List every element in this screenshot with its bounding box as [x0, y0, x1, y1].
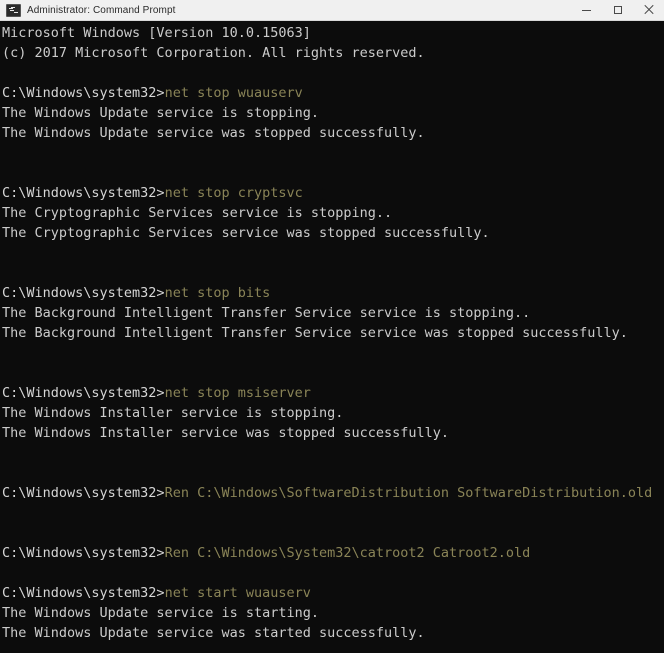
console-command-text: net start wuauserv — [164, 585, 311, 601]
console-command-text: net stop wuauserv — [164, 85, 303, 101]
console-prompt: C:\Windows\system32> — [2, 85, 165, 101]
console-output-line: The Background Intelligent Transfer Serv… — [2, 303, 664, 323]
console-output-text: The Windows Update service is starting. — [2, 605, 319, 621]
console-command-text: net stop bits — [164, 285, 271, 301]
console-prompt: C:\Windows\system32> — [2, 545, 165, 561]
console-output-line: The Windows Installer service was stoppe… — [2, 423, 664, 443]
console-command-line: C:\Windows\system32>net stop wuauserv — [2, 83, 664, 103]
console-output-line: The Windows Update service was stopped s… — [2, 123, 664, 143]
console-output-line: The Background Intelligent Transfer Serv… — [2, 323, 664, 343]
console-command-line: C:\Windows\system32>Ren C:\Windows\Syste… — [2, 543, 664, 563]
console-command-line: C:\Windows\system32>net stop msiserver — [2, 383, 664, 403]
console-command-text: Ren C:\Windows\SoftwareDistribution Soft… — [164, 485, 653, 501]
console-command-line: C:\Windows\system32>net start wuauserv — [2, 583, 664, 603]
close-button[interactable] — [633, 0, 664, 20]
console-command-line: C:\Windows\system32>Ren C:\Windows\Softw… — [2, 483, 664, 503]
console-output-text: The Background Intelligent Transfer Serv… — [2, 325, 628, 341]
console-output-line: Microsoft Windows [Version 10.0.15063] — [2, 23, 664, 43]
console-prompt: C:\Windows\system32> — [2, 585, 165, 601]
console-prompt: C:\Windows\system32> — [2, 385, 165, 401]
console-output-area[interactable]: Microsoft Windows [Version 10.0.15063] (c… — [0, 21, 664, 653]
maximize-icon — [613, 6, 622, 14]
console-command-line: C:\Windows\system32>net stop cryptsvc — [2, 183, 664, 203]
console-output-line: The Windows Update service is stopping. — [2, 103, 664, 123]
console-output-text: The Windows Installer service was stoppe… — [2, 425, 450, 441]
title-bar[interactable]: Administrator: Command Prompt — [0, 0, 664, 21]
console-output-text: The Cryptographic Services service was s… — [2, 225, 490, 241]
console-output-text: The Background Intelligent Transfer Serv… — [2, 305, 531, 321]
console-command-line: C:\Windows\system32>net stop bits — [2, 283, 664, 303]
window-controls — [571, 0, 664, 20]
window-title: Administrator: Command Prompt — [27, 4, 176, 16]
console-command-text: Ren C:\Windows\System32\catroot2 Catroot… — [164, 545, 531, 561]
close-icon — [644, 5, 654, 15]
console-output-line: (c) 2017 Microsoft Corporation. All righ… — [2, 43, 664, 63]
console-output-text: The Windows Update service was stopped s… — [2, 125, 425, 141]
console-output-text: The Cryptographic Services service is st… — [2, 205, 393, 221]
console-output-line: The Cryptographic Services service was s… — [2, 223, 664, 243]
title-bar-left: Administrator: Command Prompt — [0, 3, 571, 17]
console-prompt: C:\Windows\system32> — [2, 485, 165, 501]
console-output-text: The Windows Update service is stopping. — [2, 105, 319, 121]
minimize-button[interactable] — [571, 0, 602, 20]
cmd-icon — [6, 3, 21, 17]
console-command-text: net stop cryptsvc — [164, 185, 303, 201]
command-prompt-window: Administrator: Command Prompt Microsoft … — [0, 0, 664, 653]
console-output-text: The Windows Installer service is stoppin… — [2, 405, 344, 421]
console-output-line: The Windows Update service is starting. — [2, 603, 664, 623]
console-output-line: The Windows Update service was started s… — [2, 623, 664, 643]
maximize-button[interactable] — [602, 0, 633, 20]
console-output-line: The Windows Installer service is stoppin… — [2, 403, 664, 423]
console-output-text: Microsoft Windows [Version 10.0.15063] — [2, 25, 311, 41]
console-prompt: C:\Windows\system32> — [2, 285, 165, 301]
minimize-icon — [582, 9, 591, 11]
console-output-line: The Cryptographic Services service is st… — [2, 203, 664, 223]
console-prompt: C:\Windows\system32> — [2, 185, 165, 201]
console-output-text: The Windows Update service was started s… — [2, 625, 425, 641]
console-command-text: net stop msiserver — [164, 385, 311, 401]
console-output-text: (c) 2017 Microsoft Corporation. All righ… — [2, 45, 425, 61]
